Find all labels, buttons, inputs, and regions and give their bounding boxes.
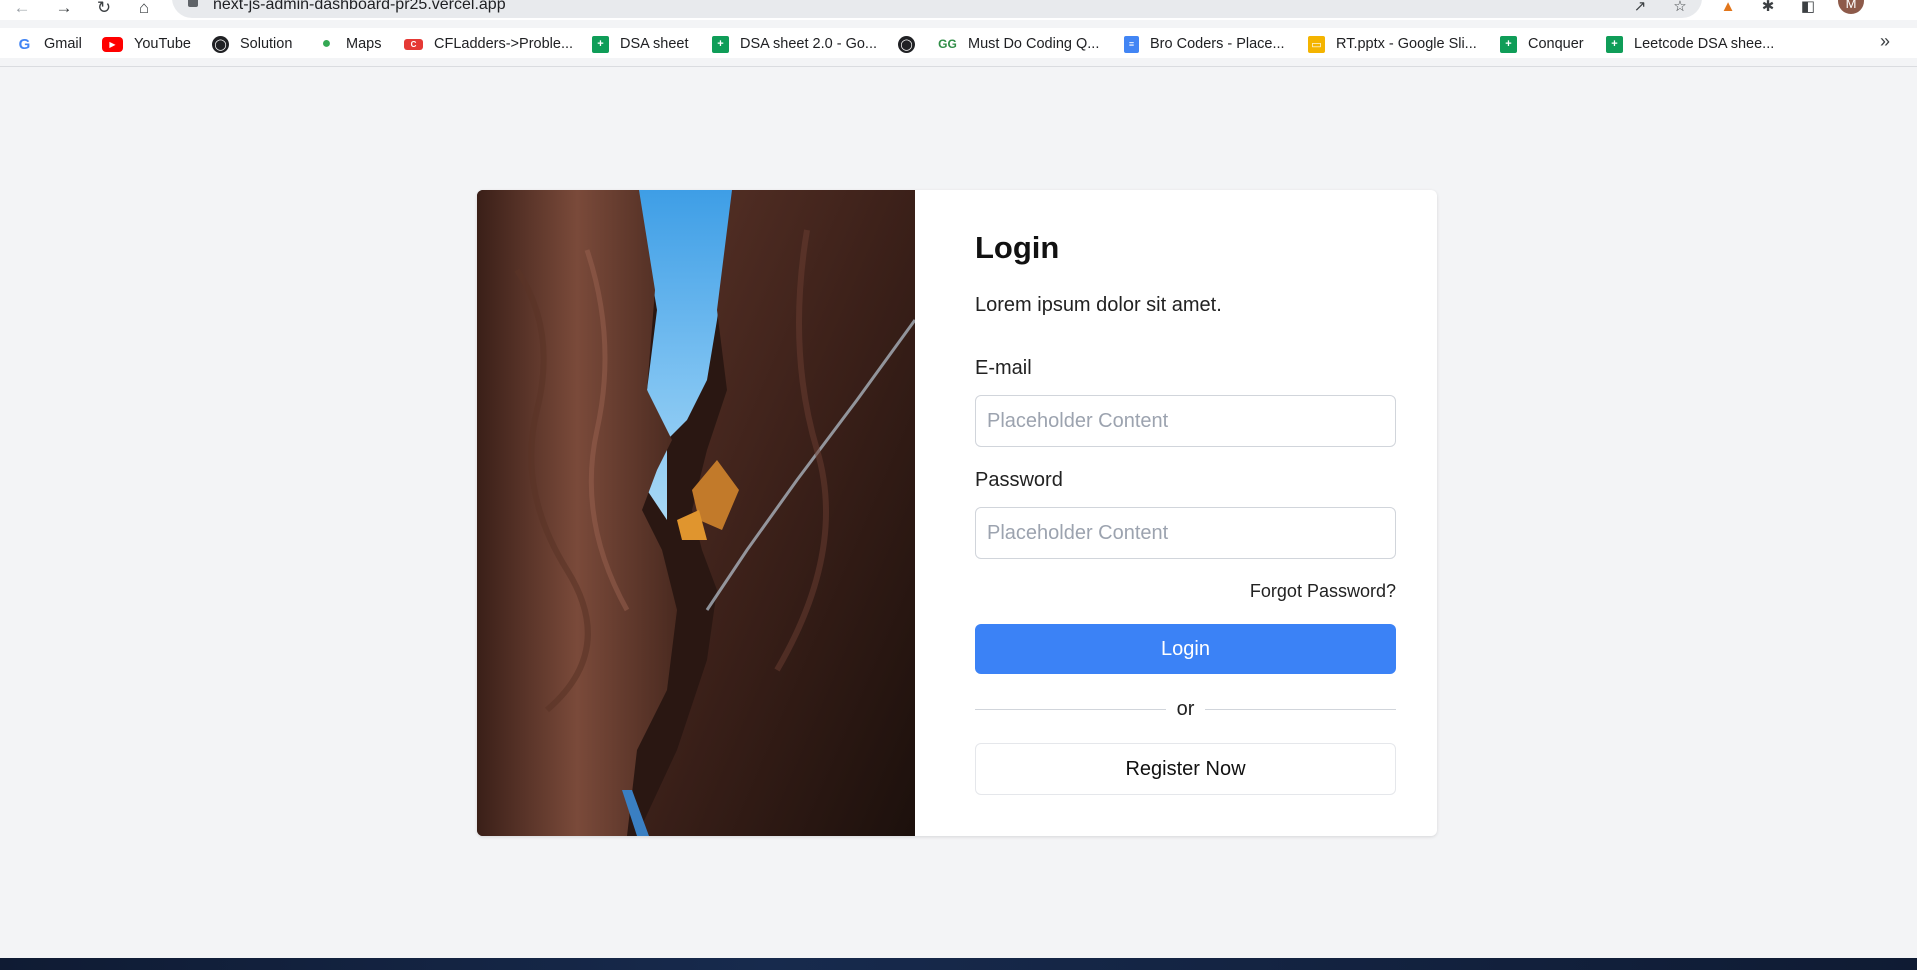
globe-icon: ◯ [212,35,229,53]
bookmark-must-do-coding[interactable]: GG Must Do Coding Q... [938,34,1099,54]
bookmark-globe[interactable]: ◯ [898,34,915,54]
email-field[interactable] [975,395,1396,447]
bookmark-label: Leetcode DSA shee... [1634,36,1775,52]
reload-icon[interactable]: ↻ [93,0,115,16]
bookmark-label: Gmail [44,36,82,52]
bookmark-star-icon[interactable]: ☆ [1670,0,1690,15]
maps-pin-icon: ● [321,35,332,52]
bookmarks-overflow-chevron-icon[interactable]: » [1880,31,1890,52]
address-bar-url[interactable]: next-js-admin-dashboard-pr25.vercel.app [213,0,506,14]
profile-avatar[interactable]: M [1838,0,1864,14]
bookmark-maps[interactable]: ● Maps [318,34,382,54]
bookmark-label: Solution [240,36,293,52]
forgot-password-link[interactable]: Forgot Password? [1250,581,1396,602]
login-subtitle: Lorem ipsum dolor sit amet. [975,294,1222,316]
bookmarks-divider [0,66,1917,67]
browser-toolbar: ← → ↻ ⌂ next-js-admin-dashboard-pr25.ver… [0,0,1917,20]
sheets-icon: + [592,35,609,53]
os-taskbar [0,958,1917,970]
email-label: E-mail [975,357,1032,379]
bookmark-label: RT.pptx - Google Sli... [1336,36,1477,52]
bookmark-dsa-sheet-2[interactable]: + DSA sheet 2.0 - Go... [712,34,877,54]
lock-icon [188,0,198,7]
sheets-icon: + [1500,35,1517,53]
bookmark-leetcode-dsa[interactable]: + Leetcode DSA shee... [1606,34,1774,54]
bookmark-dsa-sheet[interactable]: + DSA sheet [592,34,689,54]
bookmark-label: YouTube [134,36,191,52]
bookmark-cfladders[interactable]: C CFLadders->Proble... [404,34,573,54]
password-field[interactable] [975,507,1396,559]
google-icon: G [18,35,31,53]
home-icon[interactable]: ⌂ [133,0,155,16]
bookmark-bro-coders[interactable]: ≡ Bro Coders - Place... [1124,34,1285,54]
bookmark-label: Maps [346,36,382,52]
sheets-icon: + [1606,35,1623,53]
gfg-icon: GG [938,37,957,51]
bookmark-label: CFLadders->Proble... [434,36,574,52]
share-icon[interactable]: ↗ [1630,0,1650,15]
bookmark-rt-pptx[interactable]: ▭ RT.pptx - Google Sli... [1308,34,1477,54]
extensions-puzzle-icon[interactable]: ✱ [1758,0,1778,15]
cfladders-icon: C [404,38,423,50]
globe-icon: ◯ [898,35,915,53]
or-divider: or [975,698,1396,722]
sheets-icon: + [712,35,729,53]
divider-text: or [1176,698,1195,720]
bookmark-conquer[interactable]: + Conquer [1500,34,1584,54]
bookmark-youtube[interactable]: ▶ YouTube [102,34,191,54]
login-button[interactable]: Login [975,624,1396,674]
bookmark-solution[interactable]: ◯ Solution [212,34,292,54]
side-panel-icon[interactable]: ◧ [1798,0,1818,15]
metamask-fox-icon[interactable]: ▲ [1718,0,1738,15]
bookmark-label: Bro Coders - Place... [1150,36,1285,52]
canyon-photo [477,190,915,836]
bookmark-label: DSA sheet [620,36,689,52]
docs-icon: ≡ [1124,35,1139,53]
login-title: Login [975,230,1060,265]
register-button[interactable]: Register Now [975,743,1396,795]
bookmarks-bar: G Gmail ▶ YouTube ◯ Solution ● Maps C CF… [0,28,1917,58]
bookmark-label: Conquer [1528,36,1584,52]
login-card: Login Lorem ipsum dolor sit amet. E-mail… [477,190,1437,836]
bookmark-gmail[interactable]: G Gmail [16,34,82,54]
back-arrow-icon[interactable]: ← [11,0,33,16]
slides-icon: ▭ [1308,35,1325,53]
forward-arrow-icon[interactable]: → [53,0,75,16]
password-label: Password [975,469,1063,491]
youtube-icon: ▶ [102,36,123,52]
login-form: Login Lorem ipsum dolor sit amet. E-mail… [915,190,1437,836]
bookmark-label: Must Do Coding Q... [968,36,1100,52]
bookmark-label: DSA sheet 2.0 - Go... [740,36,878,52]
